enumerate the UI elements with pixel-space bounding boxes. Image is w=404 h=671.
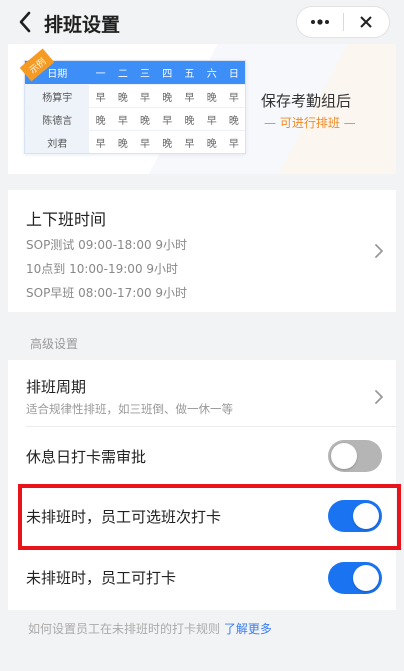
close-icon <box>360 16 372 28</box>
shift-cell: 早 <box>184 92 195 104</box>
shift-cell: 晚 <box>184 115 195 127</box>
schedule-example-banner: 日期 一 二 三 四 五 六 日 杨算宇 早 晚 早 晚 早 晚 早 陈德言 晚… <box>8 44 396 174</box>
shift-cell: 晚 <box>206 138 217 150</box>
shift-cell: 晚 <box>162 92 173 104</box>
page-title: 排班设置 <box>44 14 121 36</box>
footer-help: 如何设置员工在未排班时的打卡规则 了解更多 <box>28 620 272 637</box>
work-time-title: 上下班时间 <box>26 210 107 229</box>
rest-day-approval-row: 休息日打卡需审批 <box>8 427 396 485</box>
example-schedule-table: 日期 一 二 三 四 五 六 日 杨算宇 早 晚 早 晚 早 晚 早 陈德言 晚… <box>24 60 246 154</box>
shift-item: 10点到 10:00-19:00 9小时 <box>26 262 179 276</box>
employee-name: 陈德言 <box>25 108 90 130</box>
table-header-day: 一 <box>95 69 106 80</box>
shift-item: SOP测试 09:00-18:00 9小时 <box>26 238 188 252</box>
table-header-day: 四 <box>162 69 173 80</box>
shift-cell: 早 <box>228 138 239 150</box>
toggle-knob <box>331 443 357 469</box>
unscheduled-punch-label: 未排班时，员工可打卡 <box>26 569 177 587</box>
table-header-day: 五 <box>184 69 195 80</box>
table-header-day: 六 <box>206 69 217 80</box>
employee-name: 刘君 <box>25 131 90 153</box>
schedule-cycle-title: 排班周期 <box>26 378 87 396</box>
shift-cell: 早 <box>95 92 106 104</box>
table-header-day: 二 <box>117 69 128 80</box>
chevron-left-icon <box>19 11 31 33</box>
shift-cell: 早 <box>140 92 151 104</box>
shift-cell: 晚 <box>206 92 217 104</box>
toggle-knob <box>353 565 379 591</box>
nav-bar: 排班设置 <box>0 0 404 44</box>
shift-cell: 早 <box>184 138 195 150</box>
shift-cell: 晚 <box>117 92 128 104</box>
schedule-cycle-subtitle: 适合规律性排班，如三班倒、做一休一等 <box>26 402 233 416</box>
shift-cell: 晚 <box>95 115 106 127</box>
more-button[interactable] <box>297 7 343 37</box>
rest-day-approval-label: 休息日打卡需审批 <box>26 448 147 466</box>
footer-help-text: 如何设置员工在未排班时的打卡规则 <box>28 622 224 636</box>
shift-cell: 晚 <box>162 138 173 150</box>
chevron-right-icon <box>375 244 383 258</box>
shift-item: SOP早班 08:00-17:00 9小时 <box>26 286 188 300</box>
shift-cell: 早 <box>117 115 128 127</box>
mini-program-capsule <box>296 6 390 38</box>
table-header-day: 日 <box>228 69 239 80</box>
table-row: 刘君 早 晚 早 晚 早 晚 早 <box>25 130 245 153</box>
shift-cell: 早 <box>95 138 106 150</box>
learn-more-link[interactable]: 了解更多 <box>224 622 272 636</box>
back-button[interactable] <box>14 9 36 35</box>
close-button[interactable] <box>343 7 389 37</box>
schedule-cycle-row[interactable]: 排班周期 适合规律性排班，如三班倒、做一休一等 <box>8 360 396 426</box>
table-row: 杨算宇 早 晚 早 晚 早 晚 早 <box>25 84 245 107</box>
promo-subtext: — 可进行排班 — <box>264 116 356 130</box>
shift-cell: 早 <box>140 138 151 150</box>
shift-cell: 晚 <box>117 138 128 150</box>
shift-cell: 早 <box>162 115 173 127</box>
shift-cell: 早 <box>206 115 217 127</box>
chevron-right-icon <box>375 390 383 404</box>
unscheduled-punch-row: 未排班时，员工可打卡 <box>8 547 396 609</box>
rest-day-approval-toggle[interactable] <box>328 440 382 472</box>
shift-cell: 晚 <box>140 115 151 127</box>
table-header-day: 三 <box>140 69 151 80</box>
table-header-row: 日期 一 二 三 四 五 六 日 <box>25 61 245 84</box>
highlight-box <box>18 484 401 550</box>
shift-cell: 早 <box>228 92 239 104</box>
work-time-card[interactable]: 上下班时间 SOP测试 09:00-18:00 9小时 10点到 10:00-1… <box>8 190 396 312</box>
promo-text: 保存考勤组后 <box>261 92 352 110</box>
more-dots-icon <box>310 19 329 25</box>
table-row: 陈德言 晚 早 晚 早 晚 早 晚 <box>25 107 245 130</box>
shift-cell: 晚 <box>228 115 239 127</box>
section-label-advanced: 高级设置 <box>30 337 79 351</box>
employee-name: 杨算宇 <box>25 85 90 107</box>
unscheduled-punch-toggle[interactable] <box>328 562 382 594</box>
